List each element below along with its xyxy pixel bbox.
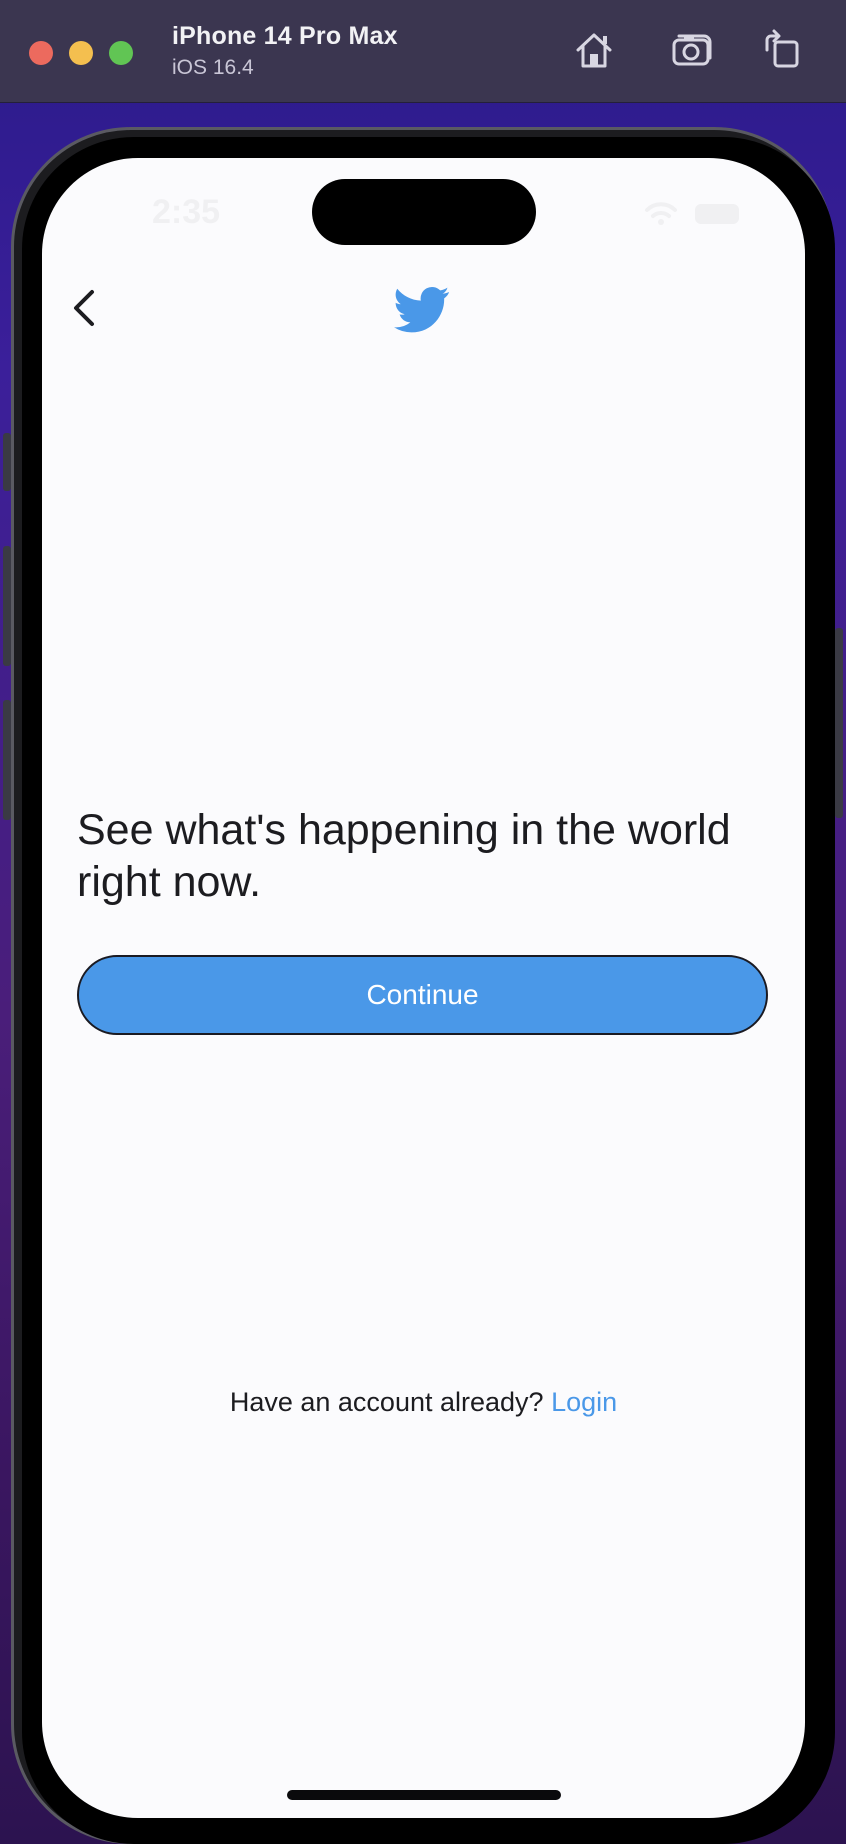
status-icons — [645, 202, 739, 225]
zoom-window-button[interactable] — [109, 41, 133, 65]
login-prompt: Have an account already? Login — [42, 1387, 805, 1418]
power-button — [835, 628, 843, 818]
continue-button[interactable]: Continue — [77, 955, 768, 1035]
screenshot-icon[interactable] — [670, 28, 714, 72]
minimize-window-button[interactable] — [69, 41, 93, 65]
close-window-button[interactable] — [29, 41, 53, 65]
chevron-left-icon[interactable] — [62, 280, 106, 336]
home-indicator[interactable] — [287, 1790, 561, 1800]
rotate-icon[interactable] — [760, 28, 804, 72]
device-name: iPhone 14 Pro Max — [172, 22, 398, 50]
headline: See what's happening in the world right … — [77, 806, 731, 906]
login-link[interactable]: Login — [551, 1387, 617, 1417]
battery-icon — [695, 204, 739, 224]
login-prompt-text: Have an account already? — [229, 1387, 544, 1417]
wifi-icon — [645, 202, 677, 212]
action-button — [3, 433, 11, 491]
simulator-titlebar: iPhone 14 Pro Max iOS 16.4 — [0, 0, 846, 103]
twitter-bird-icon — [394, 286, 450, 333]
dynamic-island — [312, 179, 536, 245]
phone-screen: 2:35 See what's happening in the world r… — [42, 158, 805, 1818]
volume-down-button — [3, 700, 11, 820]
status-time: 2:35 — [152, 193, 221, 231]
home-icon[interactable] — [572, 28, 616, 72]
device-os-version: iOS 16.4 — [172, 56, 254, 79]
volume-up-button — [3, 546, 11, 666]
